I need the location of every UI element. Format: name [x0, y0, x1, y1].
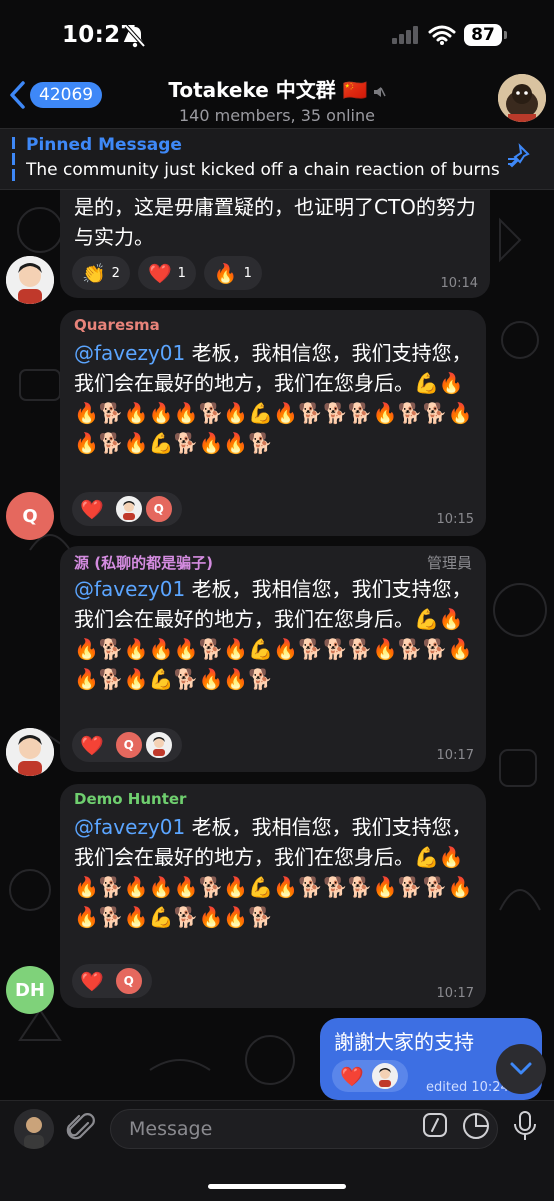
- sticker-icon[interactable]: [462, 1112, 490, 1144]
- reaction-count: 1: [243, 265, 252, 281]
- chat-title-text: Totakeke 中文群 🇨🇳: [168, 78, 368, 102]
- unread-count-badge: 42069: [30, 82, 103, 108]
- mention-link[interactable]: @favezy01: [74, 577, 185, 601]
- silent-bell-icon: [124, 24, 146, 52]
- reaction-count: 1: [177, 265, 186, 281]
- reaction-emoji: ❤️: [80, 970, 104, 993]
- reaction-row: 👏 2 ❤️ 1 🔥 1: [72, 256, 262, 290]
- reaction-chip[interactable]: ❤️ 1: [137, 256, 196, 290]
- message-bubble[interactable]: 是的，这是毋庸置疑的，也证明了CTO的努力与实力。 👏 2 ❤️ 1 🔥 1 10:1…: [60, 190, 490, 298]
- reaction-emoji: ❤️: [147, 262, 172, 285]
- reaction-emoji: 👏: [82, 262, 106, 285]
- reactor-avatar: [369, 1061, 400, 1091]
- reaction-emoji: ❤️: [80, 734, 104, 757]
- message-time: 10:17: [436, 986, 474, 1001]
- paperclip-icon[interactable]: [66, 1113, 96, 1149]
- reaction-chip[interactable]: ❤️ Q: [72, 492, 182, 526]
- chat-title: Totakeke 中文群 🇨🇳: [140, 74, 414, 104]
- group-avatar[interactable]: [498, 74, 546, 122]
- reaction-chip[interactable]: 🔥 1: [203, 256, 262, 290]
- reaction-row: ❤️ Q: [72, 492, 182, 526]
- pinned-list-icon[interactable]: [506, 143, 534, 175]
- chevron-down-icon: [510, 1062, 532, 1075]
- chat-header: 42069 Totakeke 中文群 🇨🇳 140 members, 35 on…: [0, 72, 554, 128]
- message-text: @favezy01 老板，我相信您，我们支持您，我们会在最好的地方，我们在您身后…: [74, 338, 478, 458]
- mention-link[interactable]: @favezy01: [74, 815, 185, 839]
- reaction-chip[interactable]: ❤️ Q: [72, 728, 182, 762]
- message-bubble[interactable]: 源 (私聊的都是骗子) 管理員 @favezy01 老板，我相信您，我们支持您，…: [60, 546, 486, 772]
- message-input[interactable]: [127, 1117, 411, 1141]
- chat-title-block[interactable]: Totakeke 中文群 🇨🇳 140 members, 35 online: [140, 74, 414, 125]
- sender-name: Quaresma: [74, 316, 160, 334]
- command-icon[interactable]: [422, 1112, 448, 1142]
- reaction-chip[interactable]: ❤️ Q: [72, 964, 152, 998]
- reaction-emoji: 🔥: [213, 262, 238, 285]
- pinned-indicator: [12, 137, 15, 181]
- message-time: 10:15: [436, 512, 474, 527]
- message-time: edited 10:24: [426, 1080, 509, 1095]
- reaction-count: 2: [111, 265, 120, 281]
- reactor-avatar: Q: [113, 966, 144, 996]
- mention-link[interactable]: @favezy01: [74, 341, 185, 365]
- user-avatar[interactable]: Q: [6, 492, 54, 540]
- reaction-emoji: ❤️: [340, 1065, 364, 1088]
- scroll-to-bottom-button[interactable]: [496, 1044, 546, 1094]
- user-avatar[interactable]: [6, 728, 54, 776]
- message-bubble[interactable]: Demo Hunter @favezy01 老板，我相信您，我们支持您，我们会在…: [60, 784, 486, 1008]
- reactor-avatar: Q: [143, 494, 174, 524]
- battery-indicator: 87: [464, 24, 502, 46]
- battery-cap: [504, 31, 507, 39]
- pinned-message-bar[interactable]: Pinned Message The community just kicked…: [0, 128, 554, 190]
- sender-name: 源 (私聊的都是骗子): [74, 554, 213, 572]
- muted-icon: [372, 80, 386, 104]
- message-text: 是的，这是毋庸置疑的，也证明了CTO的努力与实力。: [74, 195, 476, 249]
- reactor-avatar: Q: [113, 730, 144, 760]
- home-indicator: [208, 1184, 346, 1189]
- reactor-avatar: [113, 494, 144, 524]
- reactor-avatar: [143, 730, 174, 760]
- message-text: @favezy01 老板，我相信您，我们支持您，我们会在最好的地方，我们在您身后…: [74, 574, 478, 694]
- wifi-icon: [428, 24, 456, 50]
- user-avatar[interactable]: [6, 256, 54, 304]
- message-time: 10:17: [436, 748, 474, 763]
- reaction-chip[interactable]: ❤️: [332, 1060, 408, 1092]
- chat-subtitle: 140 members, 35 online: [179, 105, 375, 125]
- message-bubble[interactable]: Quaresma @favezy01 老板，我相信您，我们支持您，我们会在最好的…: [60, 310, 486, 536]
- signal-icon: [392, 26, 420, 48]
- sender-name: Demo Hunter: [74, 790, 187, 808]
- chevron-left-icon: [10, 81, 25, 109]
- message-text: @favezy01 老板，我相信您，我们支持您，我们会在最好的地方，我们在您身后…: [74, 812, 478, 932]
- pinned-text: The community just kicked off a chain re…: [26, 160, 500, 180]
- user-avatar[interactable]: DH: [6, 966, 54, 1014]
- message-time: 10:14: [440, 276, 478, 291]
- admin-badge: 管理員: [426, 554, 472, 572]
- pinned-title: Pinned Message: [26, 135, 182, 155]
- send-as-avatar[interactable]: [14, 1109, 54, 1149]
- back-button[interactable]: 42069: [8, 80, 103, 110]
- reaction-emoji: ❤️: [80, 498, 104, 521]
- reaction-row: ❤️ Q: [72, 964, 152, 998]
- reaction-chip[interactable]: 👏 2: [72, 256, 130, 290]
- status-bar: 10:27 87: [0, 0, 554, 72]
- outgoing-message-text: 謝謝大家的支持: [334, 1030, 474, 1054]
- microphone-icon[interactable]: [512, 1110, 538, 1146]
- reaction-row: ❤️ Q: [72, 728, 182, 762]
